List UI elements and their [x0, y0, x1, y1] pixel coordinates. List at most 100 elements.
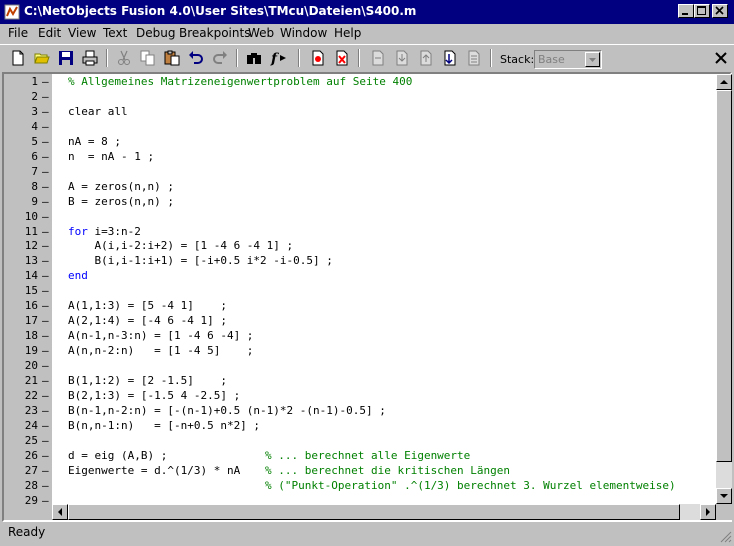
close-window-button[interactable] — [712, 4, 728, 18]
chevron-down-icon[interactable] — [585, 52, 600, 67]
breakpoint-marker[interactable]: – — [42, 389, 49, 402]
breakpoint-marker[interactable]: – — [42, 165, 49, 178]
breakpoint-marker[interactable]: – — [42, 434, 49, 447]
menu-window[interactable]: Window — [280, 26, 327, 40]
code-area[interactable]: % Allgemeines Matrizeneigenwertproblem a… — [52, 74, 716, 504]
breakpoint-marker[interactable]: – — [42, 120, 49, 133]
code-line[interactable]: for i=3:n-2 — [68, 225, 141, 238]
code-line[interactable]: B = zeros(n,n) ; — [68, 195, 174, 208]
code-line[interactable]: A(2,1:4) = [-4 6 -4 1] ; — [68, 314, 227, 327]
breakpoint-marker[interactable]: – — [42, 479, 49, 492]
breakpoint-marker[interactable]: – — [42, 359, 49, 372]
breakpoint-marker[interactable]: – — [42, 225, 49, 238]
scroll-down-button[interactable] — [716, 488, 732, 504]
menu-edit[interactable]: Edit — [38, 26, 61, 40]
function-button[interactable]: f — [268, 48, 288, 68]
undo-button[interactable] — [186, 48, 206, 68]
step-button[interactable] — [368, 48, 388, 68]
code-line[interactable]: clear all — [68, 105, 128, 118]
menu-view[interactable]: View — [68, 26, 96, 40]
vertical-scrollbar[interactable] — [716, 74, 732, 504]
code-line[interactable]: A(n-1,n-3:n) = [1 -4 6 -4] ; — [68, 329, 253, 342]
set-breakpoint-button[interactable] — [308, 48, 328, 68]
code-line[interactable]: B(1,1:2) = [2 -1.5] ; — [68, 374, 227, 387]
breakpoint-marker[interactable]: – — [42, 254, 49, 267]
menu-text[interactable]: Text — [103, 26, 127, 40]
new-file-button[interactable] — [8, 48, 28, 68]
code-line[interactable]: end — [68, 269, 88, 282]
breakpoint-marker[interactable]: – — [42, 314, 49, 327]
stack-select[interactable]: Base — [534, 50, 602, 69]
breakpoint-marker[interactable]: – — [42, 180, 49, 193]
scroll-left-button[interactable] — [52, 504, 68, 520]
stack-select-value: Base — [538, 53, 565, 66]
code-line[interactable]: B(2,1:3) = [-1.5 4 -2.5] ; — [68, 389, 240, 402]
code-line[interactable]: B(i,i-1:i+1) = [-i+0.5 i*2 -i-0.5] ; — [68, 254, 332, 267]
breakpoint-marker[interactable]: – — [42, 284, 49, 297]
code-line[interactable]: A(n,n-2:n) = [1 -4 5] ; — [68, 344, 253, 357]
resize-grip-icon[interactable] — [720, 531, 732, 543]
code-line[interactable]: A(1,1:3) = [5 -4 1] ; — [68, 299, 227, 312]
find-button[interactable] — [244, 48, 264, 68]
menu-debug[interactable]: Debug — [136, 26, 175, 40]
line-number-gutter[interactable]: 1–2–3–4–5–6–7–8–9–10–11–12–13–14–15–16–1… — [4, 74, 52, 507]
code-editor[interactable]: 1–2–3–4–5–6–7–8–9–10–11–12–13–14–15–16–1… — [2, 72, 732, 522]
exit-debug-button[interactable] — [464, 48, 484, 68]
code-line[interactable]: B(n-1,n-2:n) = [-(n-1)+0.5 (n-1)*2 -(n-1… — [68, 404, 386, 417]
redo-button[interactable] — [210, 48, 230, 68]
breakpoint-marker[interactable]: – — [42, 75, 49, 88]
scroll-up-button[interactable] — [716, 74, 732, 90]
open-file-button[interactable] — [32, 48, 52, 68]
copy-button[interactable] — [138, 48, 158, 68]
breakpoint-marker[interactable]: – — [42, 150, 49, 163]
title-bar[interactable]: C:\NetObjects Fusion 4.0\User Sites\TMcu… — [0, 0, 734, 24]
breakpoint-marker[interactable]: – — [42, 464, 49, 477]
breakpoint-marker[interactable]: – — [42, 374, 49, 387]
breakpoint-marker[interactable]: – — [42, 105, 49, 118]
breakpoint-marker[interactable]: – — [42, 239, 49, 252]
breakpoint-marker[interactable]: – — [42, 449, 49, 462]
code-line[interactable]: % Allgemeines Matrizeneigenwertproblem a… — [68, 75, 412, 88]
breakpoint-marker[interactable]: – — [42, 404, 49, 417]
breakpoint-marker[interactable]: – — [42, 299, 49, 312]
line-number: 13 — [24, 254, 38, 268]
breakpoint-marker[interactable]: – — [42, 210, 49, 223]
code-line[interactable]: A(i,i-2:i+2) = [1 -4 6 -4 1] ; — [68, 239, 293, 252]
menu-web[interactable]: Web — [248, 26, 274, 40]
code-line[interactable]: nA = 8 ; — [68, 135, 121, 148]
code-text: B(n,n-1:n) = [-n+0.5 n*2] ; — [68, 418, 261, 432]
scroll-right-button[interactable] — [700, 504, 716, 520]
code-line[interactable]: n = nA - 1 ; — [68, 150, 154, 163]
save-button[interactable] — [56, 48, 76, 68]
menu-file[interactable]: File — [8, 26, 28, 40]
matlab-editor-icon[interactable] — [4, 4, 20, 20]
breakpoint-marker[interactable]: – — [42, 344, 49, 357]
menu-breakpoints[interactable]: Breakpoints — [179, 26, 250, 40]
menu-help[interactable]: Help — [334, 26, 361, 40]
step-out-button[interactable] — [416, 48, 436, 68]
breakpoint-marker[interactable]: – — [42, 90, 49, 103]
breakpoint-marker[interactable]: – — [42, 195, 49, 208]
code-line[interactable]: B(n,n-1:n) = [-n+0.5 n*2] ; — [68, 419, 260, 432]
code-text: d = eig (A,B) ; — [68, 448, 168, 462]
breakpoint-marker[interactable]: – — [42, 135, 49, 148]
horizontal-scrollbar[interactable] — [52, 504, 716, 520]
code-line[interactable]: d = eig (A,B) ; % ... berechnet alle Eige… — [68, 448, 470, 462]
breakpoint-marker[interactable]: – — [42, 419, 49, 432]
paste-button[interactable] — [162, 48, 182, 68]
step-in-button[interactable] — [392, 48, 412, 68]
breakpoint-marker[interactable]: – — [42, 269, 49, 282]
vertical-scroll-thumb[interactable] — [716, 90, 732, 462]
code-line[interactable]: Eigenwerte = d.^(1/3) * nA % ... berechne… — [68, 464, 510, 477]
close-document-button[interactable] — [713, 50, 729, 66]
code-line[interactable]: A = zeros(n,n) ; — [68, 180, 174, 193]
close-icon — [715, 52, 727, 64]
continue-button[interactable] — [440, 48, 460, 68]
horizontal-scroll-thumb[interactable] — [68, 504, 680, 520]
minimize-button[interactable] — [678, 4, 694, 18]
breakpoint-marker[interactable]: – — [42, 329, 49, 342]
cut-button[interactable] — [114, 48, 134, 68]
maximize-button[interactable] — [694, 4, 710, 18]
print-button[interactable] — [80, 48, 100, 68]
clear-breakpoints-button[interactable] — [332, 48, 352, 68]
